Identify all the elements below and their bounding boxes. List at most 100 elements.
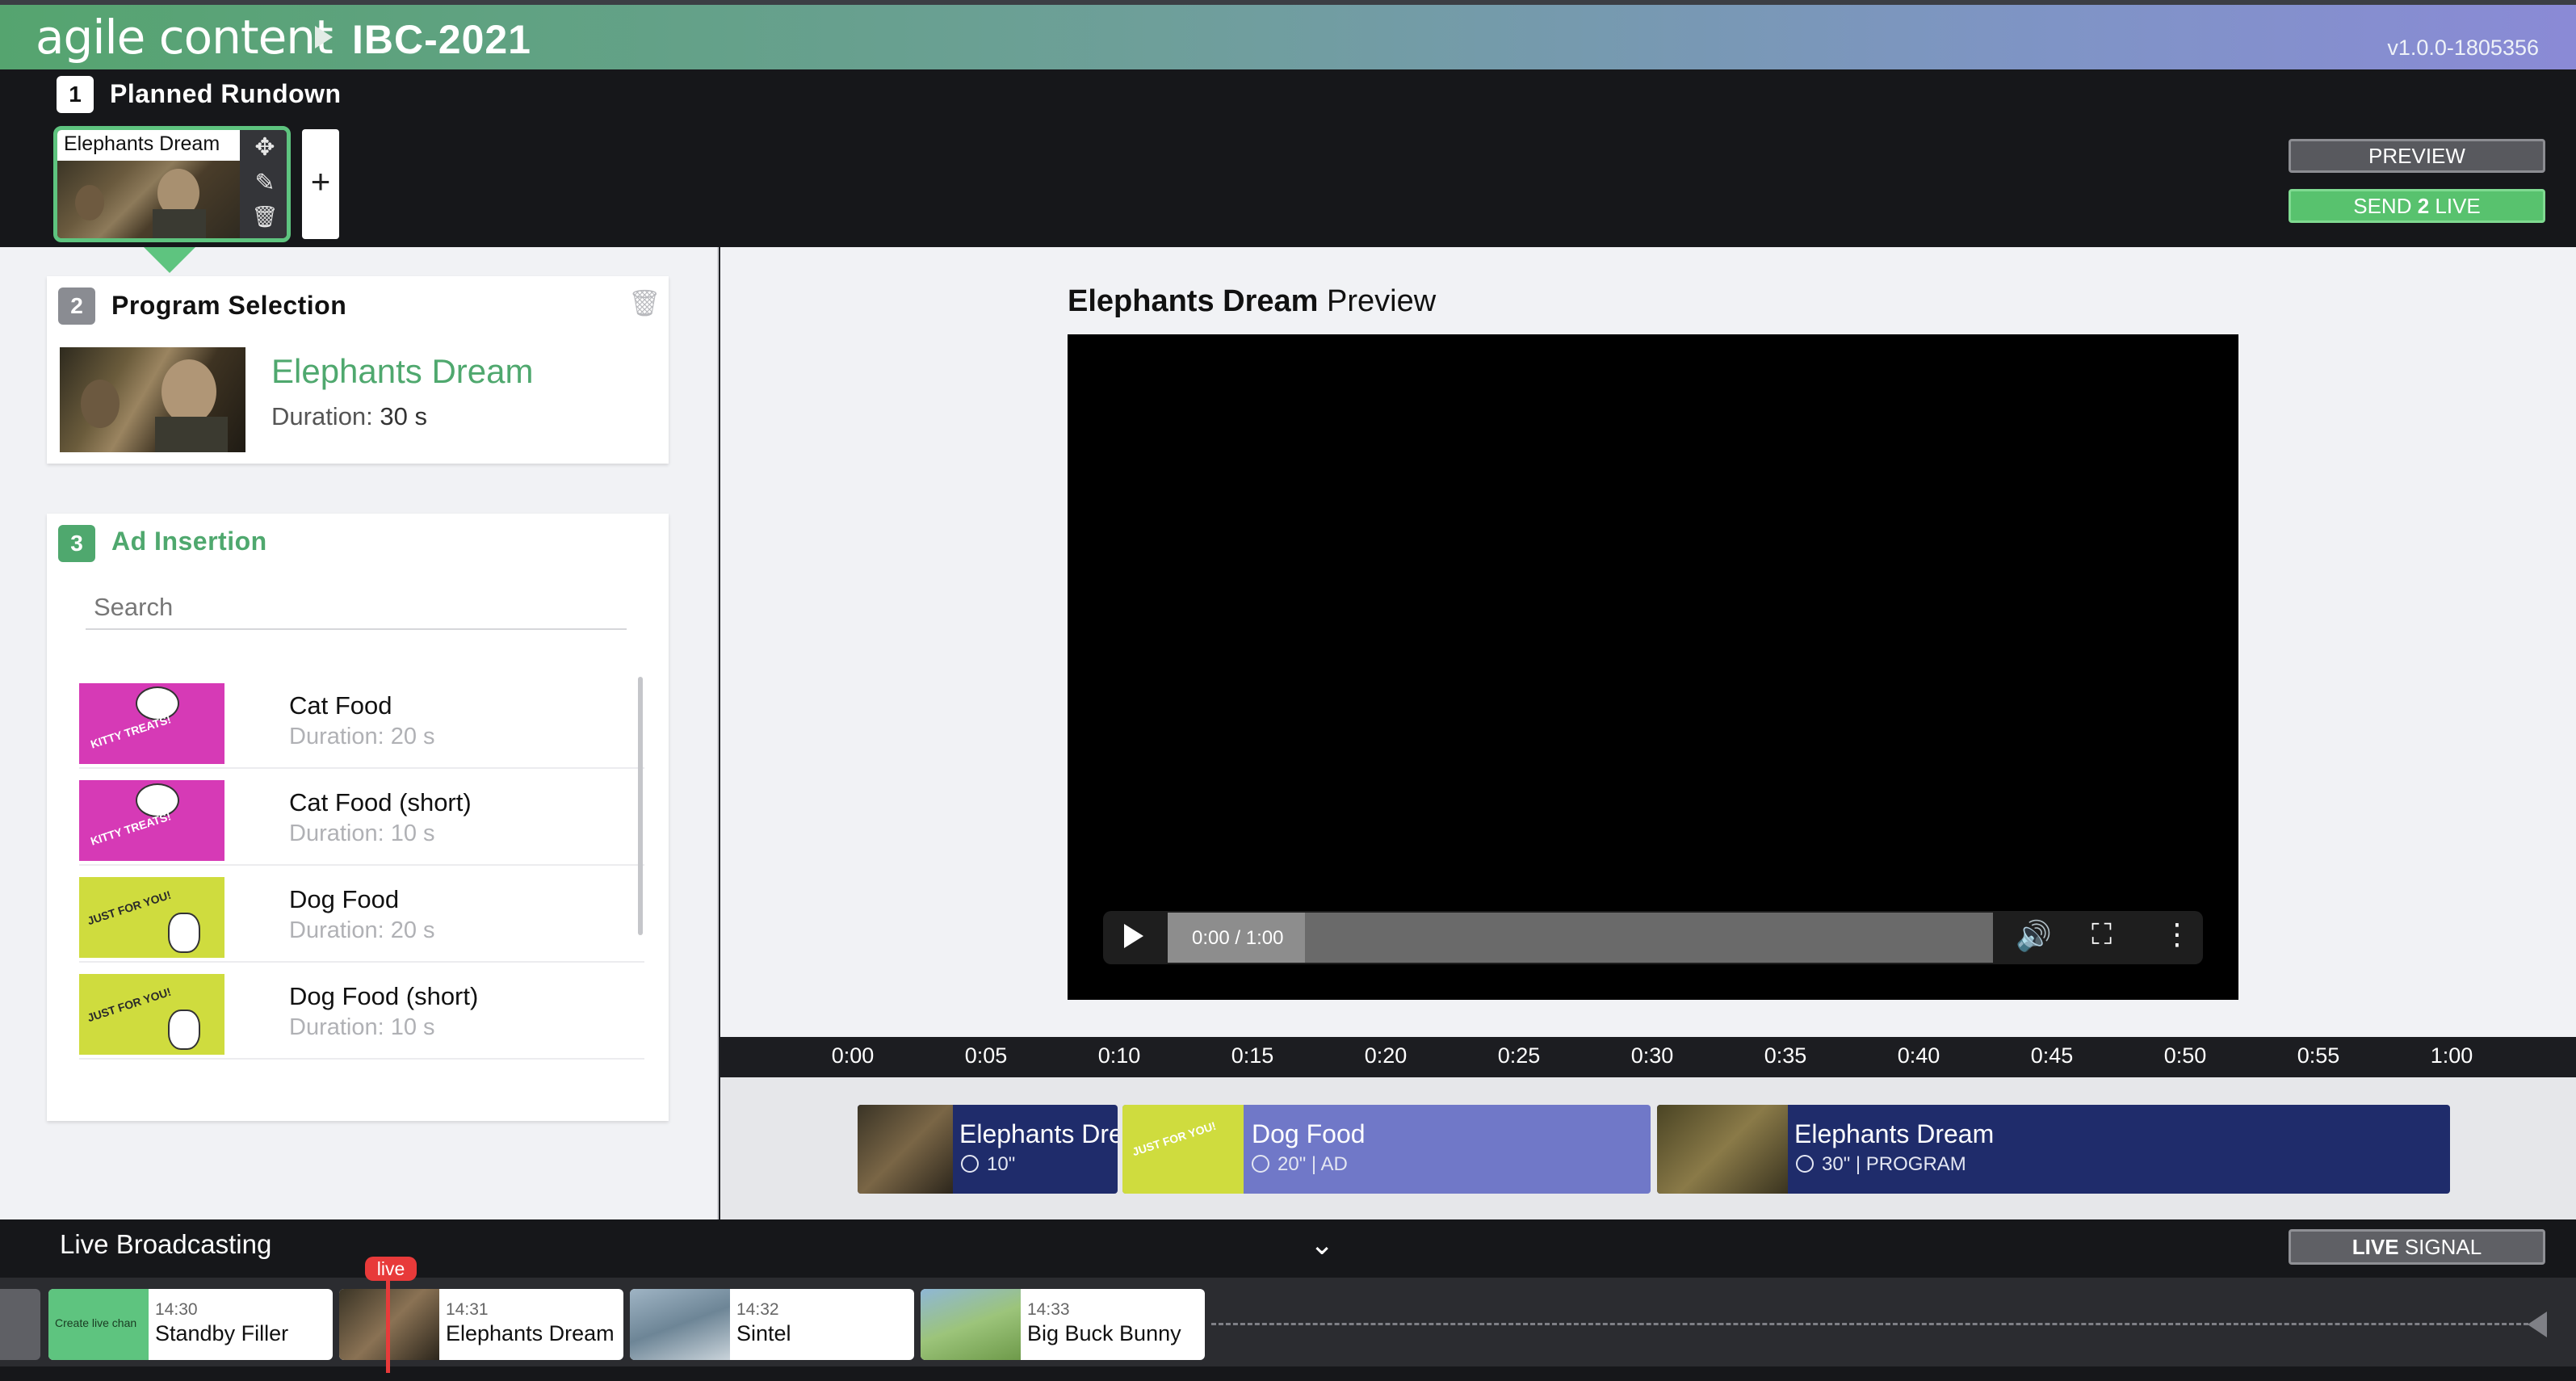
playback-time: 0:00 / 1:00 xyxy=(1192,927,1284,949)
add-rundown-item-button[interactable]: + xyxy=(302,129,339,239)
video-player[interactable] xyxy=(1068,334,2238,1000)
segment-duration: 20" | AD xyxy=(1278,1153,1348,1175)
selection-pointer xyxy=(144,247,195,273)
more-options-icon[interactable]: ⋮ xyxy=(2163,917,2192,951)
step-number: 1 xyxy=(57,76,94,113)
ad-duration: Duration: 20 s xyxy=(289,917,435,943)
segment-thumbnail xyxy=(858,1105,953,1194)
live-signal-bold: LIVE xyxy=(2352,1235,2399,1259)
app-header: agile content IBC-2021 v1.0.0-1805356 xyxy=(0,0,2576,69)
thumbnail-art xyxy=(75,169,206,238)
program-selection-title: Program Selection xyxy=(111,291,347,320)
version-label: v1.0.0-1805356 xyxy=(2387,36,2539,60)
live-item-name: Sintel xyxy=(736,1321,791,1345)
ad-list-item[interactable]: JUST FOR YOU! Dog Food (short) Duration:… xyxy=(79,963,644,1060)
ad-duration: Duration: 10 s xyxy=(289,1014,435,1040)
timeline-tick-label: 1:00 xyxy=(2430,1043,2473,1068)
live-item-thumbnail xyxy=(921,1289,1021,1360)
segment-name: Elephants Dre xyxy=(959,1119,1118,1148)
preview-title-suffix: Preview xyxy=(1318,284,1437,318)
ad-list-item[interactable]: JUST FOR YOU! Dog Food Duration: 20 s xyxy=(79,866,644,963)
ad-name: Cat Food xyxy=(289,691,392,720)
timeline-tick-label: 0:50 xyxy=(2163,1043,2207,1068)
timeline-segment[interactable]: Elephants Dream 30" | PROGRAM xyxy=(1657,1105,2450,1194)
collapse-chevron-icon[interactable]: ⌄ xyxy=(1310,1228,1334,1261)
thumbnail-art xyxy=(168,1010,200,1050)
ad-duration: Duration: 20 s xyxy=(289,724,435,749)
preview-button[interactable]: PREVIEW xyxy=(2289,139,2545,173)
fullscreen-icon[interactable]: ⛶ xyxy=(2091,917,2112,952)
duration-value: 30 s xyxy=(380,402,428,430)
planned-rundown-bar: 1 Planned Rundown Elephants Dream ✥ ✎ 🗑 … xyxy=(0,69,2576,247)
ad-name: Dog Food (short) xyxy=(289,982,479,1010)
ad-name: Cat Food (short) xyxy=(289,788,472,816)
program-name: Elephants Dream xyxy=(271,352,534,390)
timeline-tick-label: 0:30 xyxy=(1630,1043,1674,1068)
rundown-card-label: Elephants Dream xyxy=(57,130,240,161)
live-item[interactable]: 14:33 Big Buck Bunny xyxy=(921,1289,1205,1360)
volume-icon[interactable]: 🔊 xyxy=(2016,919,2052,953)
timeline-tick-label: 0:25 xyxy=(1497,1043,1541,1068)
timeline-segment[interactable]: JUST FOR YOU! Dog Food 20" | AD xyxy=(1122,1105,1651,1194)
program-duration: Duration: 30 s xyxy=(271,402,427,431)
clock-icon xyxy=(961,1155,979,1173)
ad-list: KITTY TREATS! Cat Food Duration: 20 s KI… xyxy=(79,672,644,1060)
ad-thumbnail-text: KITTY TREATS! xyxy=(89,712,173,751)
step-number: 2 xyxy=(58,288,95,325)
live-item[interactable]: Create live chan 14:30 Standby Filler xyxy=(48,1289,333,1360)
live-item-time: 14:33 xyxy=(1027,1300,1070,1319)
search-input[interactable] xyxy=(86,588,627,627)
live-broadcasting-title: Live Broadcasting xyxy=(60,1229,272,1259)
clock-icon xyxy=(1252,1155,1269,1173)
ad-name: Dog Food xyxy=(289,885,400,913)
app-logo: agile content xyxy=(36,10,334,65)
timeline-tick-label: 0:45 xyxy=(2030,1043,2074,1068)
ad-list-scrollbar[interactable] xyxy=(638,677,643,935)
live-item-name: Big Buck Bunny xyxy=(1027,1321,1181,1345)
live-item-name: Elephants Dream xyxy=(446,1321,615,1345)
timeline-tick-label: 0:55 xyxy=(2297,1043,2340,1068)
live-item-thumbnail-text: Create live chan xyxy=(55,1316,137,1329)
ad-thumbnail-text: JUST FOR YOU! xyxy=(86,888,173,928)
live-item[interactable]: 14:31 Elephants Dream xyxy=(339,1289,623,1360)
move-icon[interactable]: ✥ xyxy=(240,133,287,162)
ad-list-item[interactable]: KITTY TREATS! Cat Food Duration: 20 s xyxy=(79,672,644,769)
edit-icon[interactable]: ✎ xyxy=(240,169,287,197)
event-title: IBC-2021 xyxy=(352,17,531,62)
segment-meta: 10" xyxy=(961,1153,1015,1176)
clock-icon xyxy=(1796,1155,1814,1173)
live-signal-button[interactable]: LIVE SIGNAL xyxy=(2289,1229,2545,1265)
ad-insertion-card: 3 Ad Insertion KITTY TREATS! Cat Food Du… xyxy=(47,514,669,1121)
ad-thumbnail-text: KITTY TREATS! xyxy=(89,809,173,848)
segment-duration: 30" | PROGRAM xyxy=(1822,1153,1966,1175)
segment-meta: 30" | PROGRAM xyxy=(1796,1153,1966,1176)
ad-thumbnail-text: JUST FOR YOU! xyxy=(1131,1119,1218,1159)
search-field xyxy=(86,588,627,630)
timeline-end-arrow-icon xyxy=(2528,1312,2547,1337)
ad-thumbnail: KITTY TREATS! xyxy=(79,780,224,861)
timeline-tick-label: 0:15 xyxy=(1231,1043,1274,1068)
live-item-time: 14:31 xyxy=(446,1300,489,1319)
live-item-time: 14:32 xyxy=(736,1300,779,1319)
thumbnail-art xyxy=(168,913,200,953)
segment-thumbnail: JUST FOR YOU! xyxy=(1122,1105,1244,1194)
ad-list-item[interactable]: KITTY TREATS! Cat Food (short) Duration:… xyxy=(79,769,644,866)
timeline-tick-label: 0:40 xyxy=(1897,1043,1940,1068)
ad-insertion-title: Ad Insertion xyxy=(111,527,267,556)
trash-icon[interactable]: 🗑 xyxy=(628,288,661,318)
delete-icon[interactable]: 🗑 xyxy=(240,204,287,229)
timeline-tick-label: 0:20 xyxy=(1364,1043,1408,1068)
live-signal-rest: SIGNAL xyxy=(2398,1235,2482,1259)
previous-item-stub xyxy=(0,1289,40,1360)
send-to-live-button[interactable]: SEND 2 LIVE xyxy=(2289,189,2545,223)
send-suffix: LIVE xyxy=(2429,194,2481,218)
rundown-card[interactable]: Elephants Dream ✥ ✎ 🗑 xyxy=(53,126,291,242)
send-number: 2 xyxy=(2417,194,2430,218)
breadcrumb-arrow-icon xyxy=(315,26,333,48)
timeline-segment[interactable]: Elephants Dre 10" xyxy=(858,1105,1118,1194)
play-icon[interactable] xyxy=(1124,924,1143,948)
timeline-ruler: 0:00 0:05 0:10 0:15 0:20 0:25 0:30 0:35 0:40 0:45… xyxy=(720,1037,2576,1077)
live-item[interactable]: 14:32 Sintel xyxy=(630,1289,914,1360)
live-item-thumbnail xyxy=(630,1289,730,1360)
segment-thumbnail xyxy=(1657,1105,1788,1194)
